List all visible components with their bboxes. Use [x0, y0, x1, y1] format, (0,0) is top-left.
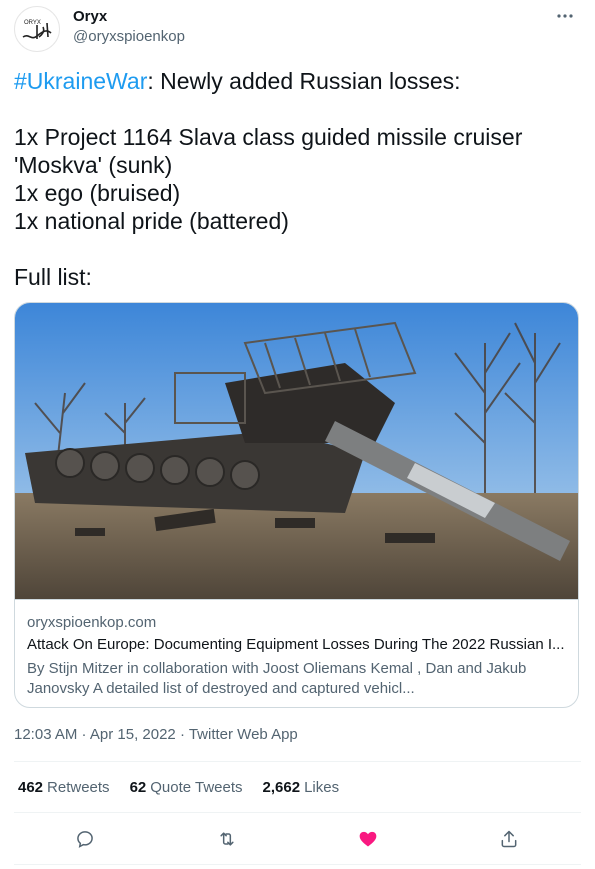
likes-count: 2,662 — [262, 779, 301, 796]
card-divider — [15, 599, 578, 600]
divider — [14, 864, 581, 865]
reply-icon[interactable] — [70, 824, 100, 854]
like-icon[interactable] — [353, 824, 383, 854]
tweet-body: #UkraineWar: Newly added Russian losses:… — [14, 67, 579, 291]
share-icon[interactable] — [494, 824, 524, 854]
tweet-footer: Full list: — [14, 264, 92, 290]
retweet-icon[interactable] — [212, 824, 242, 854]
divider — [14, 761, 581, 762]
likes-label: Likes — [304, 779, 340, 796]
hashtag-link[interactable]: #UkraineWar — [14, 68, 147, 94]
action-bar — [14, 824, 581, 854]
tweet-header: ORYX Oryx @oryxspioenkop — [14, 6, 581, 52]
tweet-losses-list: 1x Project 1164 Slava class guided missi… — [14, 124, 523, 234]
engagement-stats: 462 Retweets 62 Quote Tweets 2,662 Likes — [18, 779, 339, 796]
retweets-stat[interactable]: 462 Retweets — [18, 779, 110, 796]
card-image[interactable] — [15, 303, 578, 599]
author-handle[interactable]: @oryxspioenkop — [73, 28, 185, 45]
tweet-lead: : Newly added Russian losses: — [147, 68, 461, 94]
retweets-count: 462 — [18, 779, 44, 796]
quotes-count: 62 — [129, 779, 147, 796]
retweets-label: Retweets — [47, 779, 110, 796]
author-name[interactable]: Oryx — [73, 8, 107, 25]
link-card[interactable]: oryxspioenkop.com Attack On Europe: Docu… — [14, 302, 579, 708]
likes-stat[interactable]: 2,662 Likes — [263, 779, 340, 796]
card-domain: oryxspioenkop.com — [27, 614, 157, 631]
quotes-label: Quote Tweets — [150, 779, 243, 796]
card-description: By Stijn Mitzer in collaboration with Jo… — [27, 660, 527, 697]
quote-tweets-stat[interactable]: 62 Quote Tweets — [130, 779, 243, 796]
svg-text:ORYX: ORYX — [24, 20, 41, 26]
more-options-icon[interactable] — [553, 8, 577, 28]
avatar[interactable]: ORYX — [14, 6, 60, 52]
divider — [14, 812, 581, 813]
card-title: Attack On Europe: Documenting Equipment … — [27, 636, 565, 653]
tweet-timestamp[interactable]: 12:03 AM · Apr 15, 2022 · Twitter Web Ap… — [14, 726, 298, 743]
